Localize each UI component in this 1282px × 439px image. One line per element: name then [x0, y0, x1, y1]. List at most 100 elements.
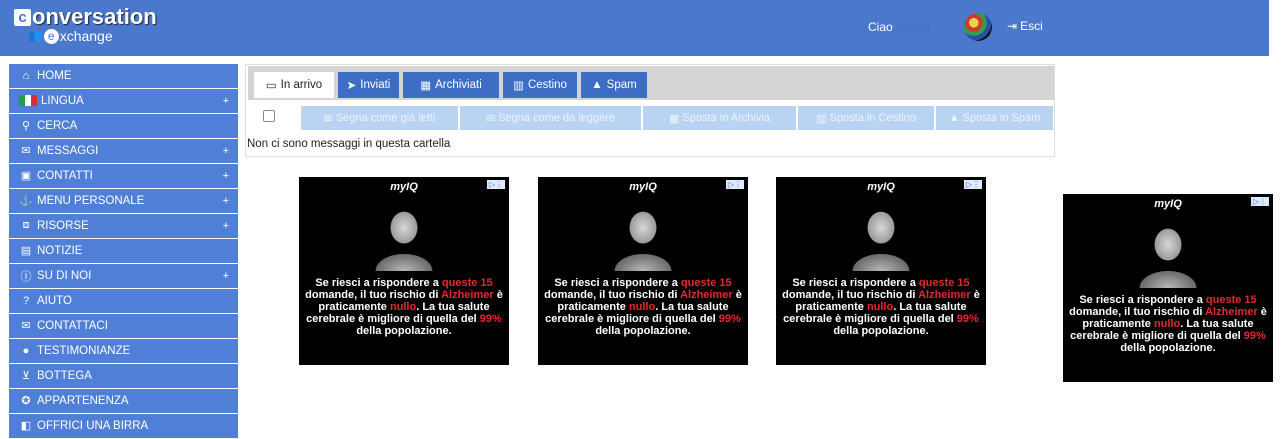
top-header: c onversation 👥 e xchange Ciao utente ⇥ Esci: [0, 0, 1269, 56]
mailbox-action-bar: ✉ Segna come già letti ✉ Segna come da legg…: [246, 105, 1054, 130]
action-label: Sposta in Spam: [962, 112, 1041, 124]
sidebar-item-testimonianze[interactable]: ● TESTIMONIANZE: [9, 339, 238, 363]
comment-icon: ●: [22, 344, 30, 357]
ad-banner[interactable]: myIQ ▷⋮ Se riesci a rispondere a queste 15…: [538, 177, 748, 365]
ad-banner[interactable]: myIQ ▷⋮ Se riesci a rispondere a queste 15…: [299, 177, 509, 365]
ad-choices-icon[interactable]: ▷⋮: [725, 180, 744, 189]
logo-letter-e: e: [43, 29, 59, 44]
ad-headline: Se riesci a rispondere a queste 15 doman…: [1069, 294, 1267, 354]
ad-text-part: 99%: [718, 313, 741, 325]
ad-text-part: nullo: [1153, 318, 1181, 330]
ad-choices-icon[interactable]: ▷⋮: [1250, 197, 1269, 206]
logout-button[interactable]: ⇥ Esci: [1007, 19, 1043, 33]
expand-plus-icon[interactable]: +: [223, 96, 229, 107]
tab-inviati[interactable]: ➤ Inviati: [338, 72, 399, 98]
sidebar-item-bottega[interactable]: ⊻ BOTTEGA: [9, 364, 238, 388]
statue-image: [603, 201, 683, 271]
badge-icon: ✪: [21, 395, 31, 408]
expand-plus-icon[interactable]: +: [223, 271, 229, 282]
trash-icon: ▥: [816, 112, 827, 125]
sidebar-item-notizie[interactable]: ▤ NOTIZIE: [9, 239, 238, 263]
anchor-icon: ⚓: [19, 195, 33, 208]
action-sposta-in-spam-button[interactable]: ▲ Sposta in Spam: [936, 106, 1053, 130]
ad-text-part: Se riesci a rispondere a: [315, 277, 442, 289]
sidebar-item-label: APPARTENENZA: [37, 394, 129, 407]
greeting-text: Ciao: [868, 20, 893, 34]
statue-image: [1128, 218, 1208, 288]
ad-text-part: domande, il tuo rischio di: [1069, 306, 1206, 318]
warning-icon: ▲: [591, 79, 603, 91]
action-label: Sposta in Cestino: [829, 112, 916, 124]
tab-label: Archiviati: [435, 79, 482, 91]
action-segna-come-da-leggere-button[interactable]: ✉ Segna come da leggere: [460, 106, 641, 130]
archive-icon: ▦: [669, 112, 680, 125]
sidebar-item-su-di-noi[interactable]: ⓘ SU DI NOI +: [9, 264, 238, 288]
action-segna-come-già-letti-button[interactable]: ✉ Segna come già letti: [301, 106, 458, 130]
sidebar-item-messaggi[interactable]: ✉ MESSAGGI +: [9, 139, 238, 163]
expand-plus-icon[interactable]: +: [223, 196, 229, 207]
toolbox-icon: ⧈: [22, 219, 30, 232]
sidebar-item-contattaci[interactable]: ✉ CONTATTACI: [9, 314, 238, 338]
ad-choices-icon[interactable]: ▷⋮: [963, 180, 982, 189]
empty-folder-message: Non ci sono messaggi in questa cartella: [247, 138, 451, 150]
beer-icon: ◧: [20, 420, 32, 433]
sidebar-nav: ⌂ HOME LINGUA + ⚲ CERCA ✉ MESSAGGI + ▣ CONTATTI + ⚓ M…: [9, 64, 238, 439]
action-sposta-in-archivia-button[interactable]: ▦ Sposta in Archivia: [643, 106, 796, 130]
ad-text-part: Se riesci a rispondere a: [1079, 294, 1206, 306]
action-sposta-in-cestino-button[interactable]: ▥ Sposta in Cestino: [798, 106, 934, 130]
ad-headline: Se riesci a rispondere a queste 15 doman…: [305, 277, 503, 337]
sidebar-item-label: BOTTEGA: [37, 369, 92, 382]
expand-plus-icon[interactable]: +: [223, 146, 229, 157]
ad-text-part: Alzheimer: [680, 289, 733, 301]
send-icon: ➤: [346, 80, 357, 92]
statue-image: [364, 201, 444, 271]
ad-banner[interactable]: myIQ ▷⋮ Se riesci a rispondere a queste 15…: [1063, 194, 1273, 382]
ad-banner[interactable]: myIQ ▷⋮ Se riesci a rispondere a queste 15…: [776, 177, 986, 365]
search-icon: ⚲: [21, 120, 31, 133]
ad-text-part: nullo: [628, 301, 656, 313]
select-all-checkbox[interactable]: [263, 110, 275, 122]
ad-choices-icon[interactable]: ▷⋮: [486, 180, 505, 189]
ad-text-part: domande, il tuo rischio di: [305, 289, 442, 301]
logo-word-xchange: xchange: [59, 28, 113, 44]
ad-headline: Se riesci a rispondere a queste 15 doman…: [782, 277, 980, 337]
sidebar-item-label: TESTIMONIANZE: [37, 344, 131, 357]
help-icon: ?: [22, 294, 30, 307]
ad-brand-logo: myIQ: [1154, 198, 1182, 210]
ad-text-part: queste 15: [1205, 294, 1257, 306]
ad-text-part: Alzheimer: [918, 289, 971, 301]
tab-label: Cestino: [527, 79, 567, 91]
sidebar-item-label: MESSAGGI: [37, 144, 99, 157]
action-label: Segna come da leggere: [498, 112, 616, 124]
ad-text-part: 99%: [479, 313, 502, 325]
tab-cestino[interactable]: ▥ Cestino: [503, 72, 577, 98]
action-label: Segna come già letti: [335, 112, 436, 124]
tab-label: In arrivo: [280, 79, 323, 91]
action-label: Sposta in Archivia: [682, 112, 770, 124]
tab-spam[interactable]: ▲ Spam: [581, 72, 647, 98]
greeting-username[interactable]: utente: [897, 20, 930, 34]
expand-plus-icon[interactable]: +: [223, 221, 229, 232]
sidebar-item-appartenenza[interactable]: ✪ APPARTENENZA: [9, 389, 238, 413]
avatar[interactable]: [964, 13, 992, 41]
sidebar-item-label: RISORSE: [37, 219, 89, 232]
sidebar-item-cerca[interactable]: ⚲ CERCA: [9, 114, 238, 138]
sidebar-item-label: LINGUA: [41, 94, 84, 107]
cart-icon: ⊻: [21, 370, 31, 383]
envelope-open-icon: ✉: [323, 112, 333, 125]
sidebar-item-contatti[interactable]: ▣ CONTATTI +: [9, 164, 238, 188]
tab-in-arrivo[interactable]: ▭ In arrivo: [254, 72, 334, 98]
ad-text-part: domande, il tuo rischio di: [782, 289, 919, 301]
sidebar-item-home[interactable]: ⌂ HOME: [9, 64, 238, 88]
people-icon: 👥: [28, 30, 42, 42]
sidebar-item-lingua[interactable]: LINGUA +: [9, 89, 238, 113]
site-logo[interactable]: c onversation 👥 e xchange: [14, 6, 157, 44]
ad-text-part: queste 15: [918, 277, 970, 289]
sidebar-item-risorse[interactable]: ⧈ RISORSE +: [9, 214, 238, 238]
sidebar-item-aiuto[interactable]: ? AIUTO: [9, 289, 238, 313]
sidebar-item-offrici-una-birra[interactable]: ◧ OFFRICI UNA BIRRA: [9, 414, 238, 438]
expand-plus-icon[interactable]: +: [223, 171, 229, 182]
mailbox-tab-bar: ▭ In arrivo ➤ Inviati ▦ Archiviati ▥ Cestino ▲ Sp…: [248, 66, 1054, 100]
sidebar-item-menu-personale[interactable]: ⚓ MENU PERSONALE +: [9, 189, 238, 213]
tab-archiviati[interactable]: ▦ Archiviati: [403, 72, 499, 98]
